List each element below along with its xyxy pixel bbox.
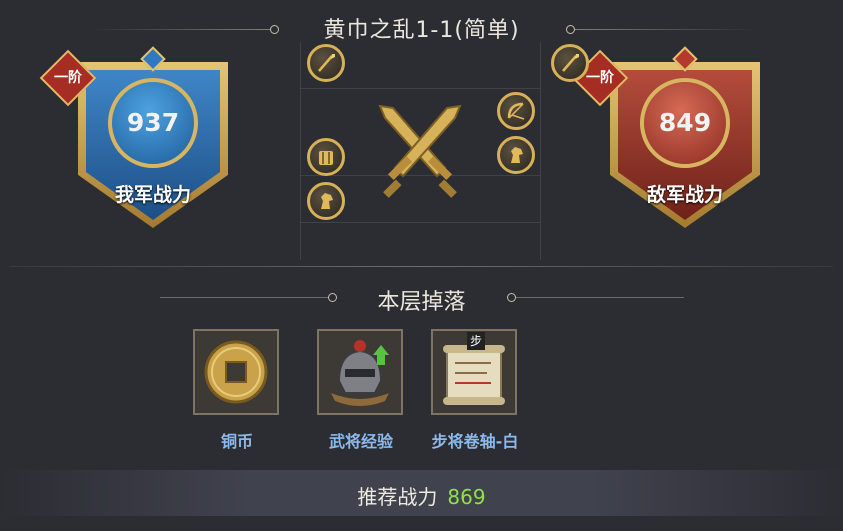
spear-icon[interactable] (307, 44, 345, 82)
title-ornament-right (566, 25, 575, 34)
grid-line (300, 222, 540, 223)
spear-icon[interactable] (551, 44, 589, 82)
ally-power-label: 我军战力 (114, 184, 191, 206)
recommended-power-value: 869 (447, 485, 486, 509)
enemy-power-badge: 849 敌军战力 (610, 50, 760, 228)
grid-line (300, 88, 540, 89)
drops-title-line-right (516, 297, 684, 298)
drop-item-coin[interactable] (193, 329, 279, 415)
ally-rank-text: 一阶 (54, 70, 82, 86)
enemy-power-value: 849 (658, 108, 712, 137)
coin-icon (204, 340, 268, 404)
stage-title: 黄巾之乱1-1(简单) (323, 18, 520, 43)
drop-item-infantry-scroll[interactable]: 步 (431, 329, 517, 415)
helmet-icon (331, 340, 389, 406)
horse-icon[interactable] (307, 182, 345, 220)
shield-icon[interactable] (307, 138, 345, 176)
recommended-power: 推荐战力 869 (0, 481, 843, 510)
drop-item-label: 铜币 (220, 432, 253, 451)
scroll-type-tag: 步 (467, 332, 485, 350)
recommended-power-label: 推荐战力 (357, 485, 438, 509)
enemy-power-label: 敌军战力 (646, 184, 723, 206)
section-divider (10, 266, 833, 267)
ally-power-badge: 937 我军战力 (78, 50, 228, 228)
grid-line (540, 42, 541, 260)
title-line-right (575, 29, 755, 30)
bow-icon[interactable] (497, 92, 535, 130)
drops-title: 本层掉落 (377, 290, 466, 315)
ally-power-value: 937 (126, 108, 180, 137)
horse-icon[interactable] (497, 136, 535, 174)
drop-item-label: 步将卷轴-白 (431, 432, 519, 451)
grid-line (300, 42, 301, 260)
drop-item-general-exp[interactable] (317, 329, 403, 415)
crossed-swords-icon (365, 98, 475, 203)
drops-ornament-right (507, 293, 516, 302)
